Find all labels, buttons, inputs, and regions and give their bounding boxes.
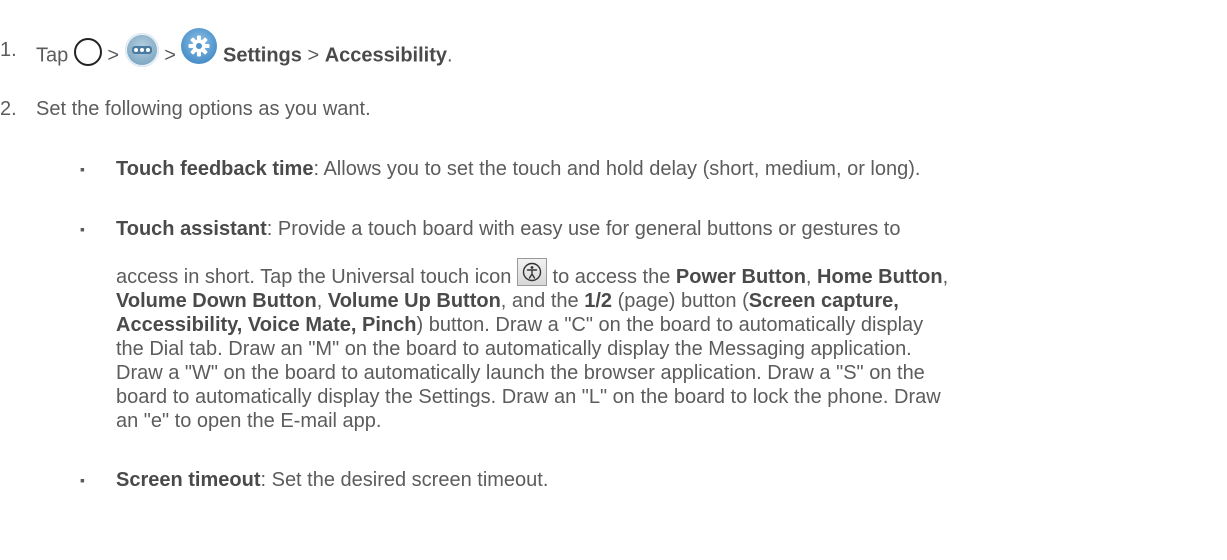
step-1-sep-3: > [307,44,320,67]
bullet-marker: ▪ [80,161,85,177]
bullet-marker: ▪ [80,221,85,237]
line-text: , [316,290,323,312]
option-title: Touch feedback time [116,158,314,180]
apps-icon [124,33,159,67]
step-2-text: Set the following options as you want. [36,98,371,120]
power-button-label: Power Button [675,266,806,288]
line-text: ) button. Draw a "C" on the board to aut… [416,314,924,336]
option-touch-assistant-line-8: an "e" to open the E-mail app. [116,410,382,432]
option-touch-assistant-line-6: Draw a "W" on the board to automatically… [116,362,925,384]
option-touch-assistant-line-7: board to automatically display the Setti… [116,386,941,408]
option-touch-assistant-line-1: Touch assistant: Provide a touch board w… [116,217,900,241]
step-1-end: . [447,44,453,67]
step-1-sep-2: > [164,44,176,67]
step-1-text: Tap > > Settings > Accessibility. [36,28,453,74]
line-text: access in short. Tap the Universal touch… [116,266,512,288]
option-screen-timeout: Screen timeout: Set the desired screen t… [116,468,548,492]
step-2-number: 2. [0,98,17,120]
option-touch-assistant-line-5: the Dial tab. Draw an "M" on the board t… [116,338,912,360]
option-touch-assistant-line-4: Accessibility, Voice Mate, Pinch) button… [116,313,923,337]
option-description: : Set the desired screen timeout. [260,469,549,491]
screen-capture-label: Screen capture, [748,290,899,312]
page-button-label: 1/2 [584,290,613,312]
bullet-marker: ▪ [80,472,85,488]
line-text: , and the [500,290,579,312]
line-text: (page) button ( [617,290,749,312]
option-title: Screen timeout [116,469,261,491]
step-1-tap: Tap [36,44,69,67]
home-button-label: Home Button [817,266,943,288]
settings-gear-icon [181,28,218,64]
accessibility-labels: Accessibility, Voice Mate, Pinch [116,314,417,336]
home-circle-icon [73,38,102,66]
line-text: , [805,266,812,288]
volume-up-label: Volume Up Button [327,290,501,312]
step-1-number: 1. [0,39,17,61]
instructions-page: 1. Tap > > Settings > Accessibility. 2. … [0,0,1227,560]
volume-down-label: Volume Down Button [116,290,317,312]
step-1-sep-1: > [107,44,120,67]
step-1-accessibility: Accessibility [324,44,448,67]
option-title: Touch assistant [116,218,267,240]
option-touch-feedback-time: Touch feedback time: Allows you to set t… [116,157,920,181]
step-1-settings: Settings [223,44,302,67]
option-touch-assistant-line-3: Volume Down Button, Volume Up Button, an… [116,289,899,313]
option-description: : Provide a touch board with easy use fo… [266,218,901,240]
line-text: to access the [552,266,671,288]
universal-touch-icon [516,258,547,286]
line-text: , [942,266,949,288]
option-description: : Allows you to set the touch and hold d… [313,158,921,180]
